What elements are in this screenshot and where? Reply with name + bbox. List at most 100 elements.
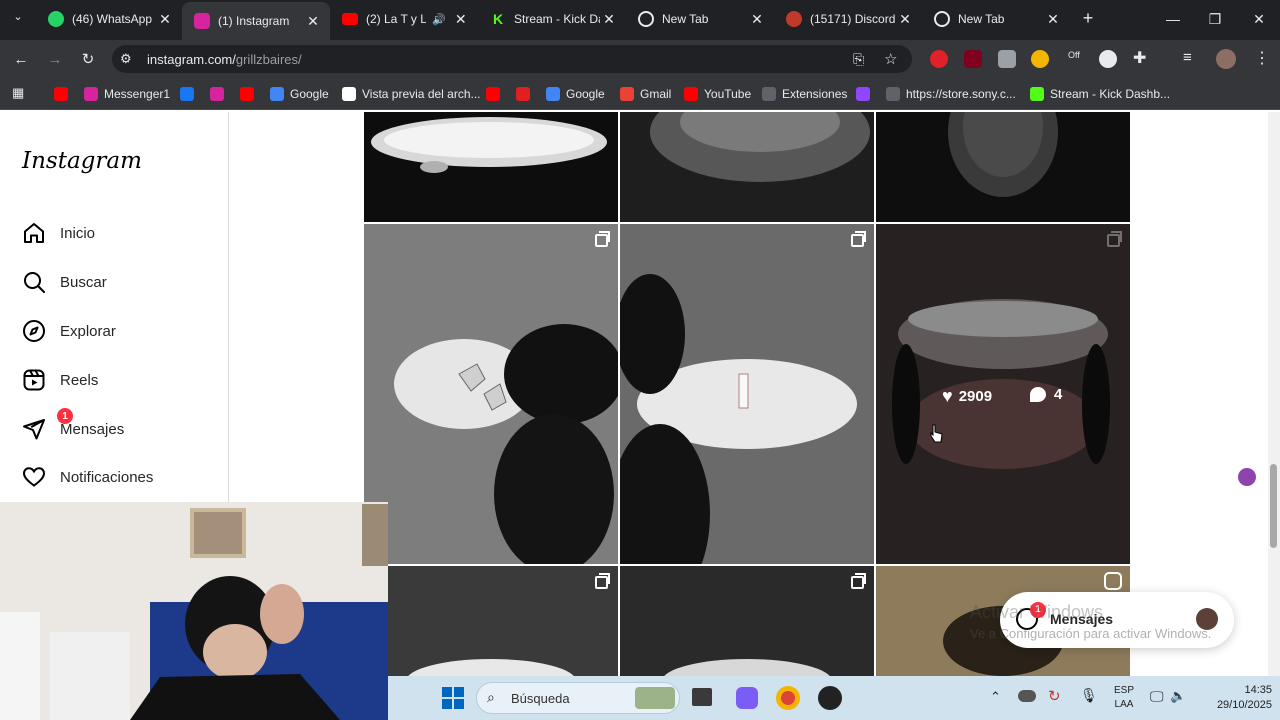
clock[interactable]: 14:35 29/10/2025: [1206, 683, 1272, 713]
bookmark-item[interactable]: Stream - Kick Dashb...: [1030, 86, 1170, 102]
close-icon[interactable]: ✕: [600, 11, 618, 28]
network-icon[interactable]: 🖵: [1150, 688, 1164, 705]
assistant-extension-icon[interactable]: [1238, 468, 1256, 486]
close-icon[interactable]: ✕: [156, 11, 174, 28]
copilot-icon[interactable]: [736, 687, 758, 709]
tab-new-tab-2[interactable]: New Tab ✕: [922, 0, 1070, 38]
post-image: [364, 224, 618, 564]
bookmark-item[interactable]: [516, 86, 536, 102]
bookmark-icon: [270, 87, 284, 101]
windows-start-icon[interactable]: [442, 687, 464, 709]
tab-instagram[interactable]: (1) Instagram ✕: [182, 2, 330, 40]
app-icon[interactable]: [818, 686, 842, 710]
close-window-button[interactable]: ✕: [1238, 0, 1280, 38]
bookmark-item[interactable]: Vista previa del arch...: [342, 86, 481, 102]
avatar[interactable]: [1216, 49, 1236, 69]
post-image: [876, 224, 1130, 564]
bookmark-item[interactable]: [180, 86, 200, 102]
puzzle-icon[interactable]: ✚: [1133, 48, 1146, 68]
file-explorer-icon[interactable]: [692, 688, 712, 706]
nav-item-mensajes[interactable]: Mensajes 1: [22, 408, 124, 442]
post-tile[interactable]: [364, 112, 618, 222]
tab-label: Stream - Kick Da: [514, 12, 600, 26]
close-icon[interactable]: ✕: [452, 11, 470, 28]
close-icon[interactable]: ✕: [304, 13, 322, 30]
minimize-button[interactable]: —: [1152, 0, 1194, 38]
off-extension-icon[interactable]: Off: [1068, 50, 1080, 60]
restore-button[interactable]: ❐: [1194, 0, 1236, 38]
tab-youtube[interactable]: (2) La T y La 🔊 ✕: [330, 0, 478, 38]
close-icon[interactable]: ✕: [1044, 11, 1062, 28]
bookmark-item[interactable]: [856, 86, 876, 102]
bookmark-item[interactable]: Google: [546, 86, 605, 102]
bookmark-icon: [180, 87, 194, 101]
install-icon[interactable]: ⎘: [853, 51, 864, 68]
tab-new-tab-1[interactable]: New Tab ✕: [626, 0, 774, 38]
volume-icon[interactable]: 🔈: [1170, 688, 1186, 704]
nav-item-notificaciones[interactable]: Notificaciones: [22, 464, 153, 490]
nav-item-reels[interactable]: Reels: [22, 367, 98, 393]
webcam-overlay: [0, 502, 388, 720]
close-icon[interactable]: ✕: [748, 11, 766, 28]
chrome-icon[interactable]: [776, 686, 800, 710]
bookmark-item[interactable]: [54, 86, 74, 102]
instagram-logo[interactable]: Instagram: [22, 148, 142, 174]
keyboard-layout: LAA: [1114, 699, 1134, 710]
nav-label: Reels: [60, 371, 99, 389]
bookmark-label: Stream - Kick Dashb...: [1050, 87, 1171, 101]
nav-item-explorar[interactable]: Explorar: [22, 318, 116, 344]
post-tile[interactable]: [620, 566, 874, 676]
chevron-up-icon[interactable]: ⌃: [990, 689, 1001, 705]
speaker-icon[interactable]: 🔊: [432, 13, 446, 26]
post-tile[interactable]: [364, 224, 618, 564]
nav-item-buscar[interactable]: Buscar: [22, 269, 107, 295]
bookmark-item[interactable]: YouTube: [684, 86, 751, 102]
tab-label: (15171) Discord: [810, 12, 896, 26]
media-control-icon[interactable]: ≡: [1183, 49, 1192, 66]
microphone-icon[interactable]: 🎙: [1080, 687, 1098, 704]
scrollbar-track[interactable]: [1268, 112, 1280, 676]
tab-kick[interactable]: K Stream - Kick Da ✕: [478, 0, 626, 38]
color-extension-icon[interactable]: [1031, 50, 1049, 68]
tab-search-button[interactable]: ⌄: [8, 10, 28, 28]
forward-icon[interactable]: →: [44, 48, 66, 70]
tab-discord[interactable]: (15171) Discord ✕: [774, 0, 922, 38]
bookmark-item[interactable]: Messenger1: [84, 86, 170, 102]
nav-item-inicio[interactable]: Inicio: [22, 220, 95, 246]
sync-icon[interactable]: ↻: [1048, 687, 1061, 705]
game-extension-icon[interactable]: [1099, 50, 1117, 68]
likes-count: ♥ 2909: [942, 386, 992, 407]
bookmark-item[interactable]: [240, 86, 260, 102]
messenger-icon: [23, 419, 45, 440]
address-text[interactable]: instagram.com/grillzbaires/: [147, 52, 302, 67]
site-info-icon[interactable]: ⚙: [120, 51, 132, 67]
bookmark-item[interactable]: https://store.sony.c...: [886, 86, 1016, 102]
webcam-image: [0, 502, 388, 720]
menu-icon[interactable]: ⋮: [1254, 48, 1270, 68]
language-indicator[interactable]: ESP LAA: [1110, 684, 1138, 712]
taskbar-search[interactable]: ⌕ Búsqueda: [476, 682, 680, 714]
star-icon[interactable]: ☆: [884, 50, 897, 68]
bookmark-item[interactable]: Extensiones: [762, 86, 847, 102]
post-tile[interactable]: [620, 112, 874, 222]
ublock-extension-icon[interactable]: [964, 50, 982, 68]
extension-icon[interactable]: [998, 50, 1016, 68]
post-tile[interactable]: [876, 112, 1130, 222]
post-tile[interactable]: [620, 224, 874, 564]
tab-whatsapp[interactable]: (46) WhatsApp ✕: [36, 0, 182, 38]
post-tile-hovered[interactable]: ♥ 2909 4: [876, 224, 1130, 564]
onedrive-icon[interactable]: [1018, 690, 1036, 702]
close-icon[interactable]: ✕: [896, 11, 914, 28]
reload-icon[interactable]: ↻: [77, 48, 99, 70]
back-icon[interactable]: ←: [10, 48, 32, 70]
bookmark-item[interactable]: Google: [270, 86, 329, 102]
bookmark-item[interactable]: [210, 86, 230, 102]
new-tab-button[interactable]: +: [1078, 8, 1098, 28]
windows-activation-subtitle: Ve a Configuración para activar Windows.: [970, 626, 1212, 641]
adblock-extension-icon[interactable]: [930, 50, 948, 68]
scrollbar-thumb[interactable]: [1270, 464, 1277, 548]
bookmark-item[interactable]: [486, 86, 506, 102]
bookmark-item[interactable]: Gmail: [620, 86, 671, 102]
apps-icon[interactable]: ▦: [12, 85, 24, 101]
post-tile[interactable]: [364, 566, 618, 676]
